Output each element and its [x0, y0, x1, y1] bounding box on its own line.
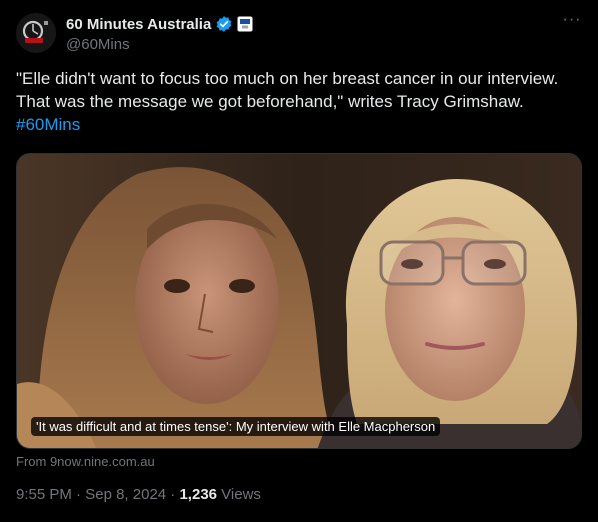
card-source-link[interactable]: From 9now.nine.com.au: [16, 454, 155, 469]
meta-separator-2: ·: [166, 486, 180, 503]
views-label: Views: [217, 486, 261, 503]
meta-separator: ·: [71, 486, 86, 503]
tweet-meta: 9:55 PM · Sep 8, 2024 · 1,236 Views: [16, 486, 261, 503]
handle[interactable]: @60Mins: [66, 36, 253, 53]
verified-badge-icon[interactable]: [215, 15, 233, 33]
tweet[interactable]: 60 Minutes Australia @60Mins ··· "Elle d…: [0, 0, 598, 522]
avatar[interactable]: [16, 13, 56, 53]
card-caption: 'It was difficult and at times tense': M…: [31, 417, 441, 436]
tweet-text: "Elle didn't want to focus too much on h…: [16, 67, 586, 136]
affiliate-badge-icon[interactable]: [237, 16, 253, 32]
views-count[interactable]: 1,236: [179, 486, 217, 503]
tweet-date[interactable]: Sep 8, 2024: [85, 486, 166, 503]
author-block: 60 Minutes Australia @60Mins: [66, 14, 253, 53]
tweet-time[interactable]: 9:55 PM: [16, 486, 72, 503]
more-icon: ···: [562, 11, 582, 28]
card-image: [17, 154, 581, 448]
sixty-minutes-logo-icon: [16, 13, 56, 53]
hashtag-link[interactable]: #60Mins: [16, 115, 80, 134]
display-name[interactable]: 60 Minutes Australia: [66, 16, 211, 33]
link-card[interactable]: 'It was difficult and at times tense': M…: [16, 153, 582, 449]
more-options-button[interactable]: ···: [560, 12, 584, 32]
tweet-body: "Elle didn't want to focus too much on h…: [16, 69, 559, 111]
